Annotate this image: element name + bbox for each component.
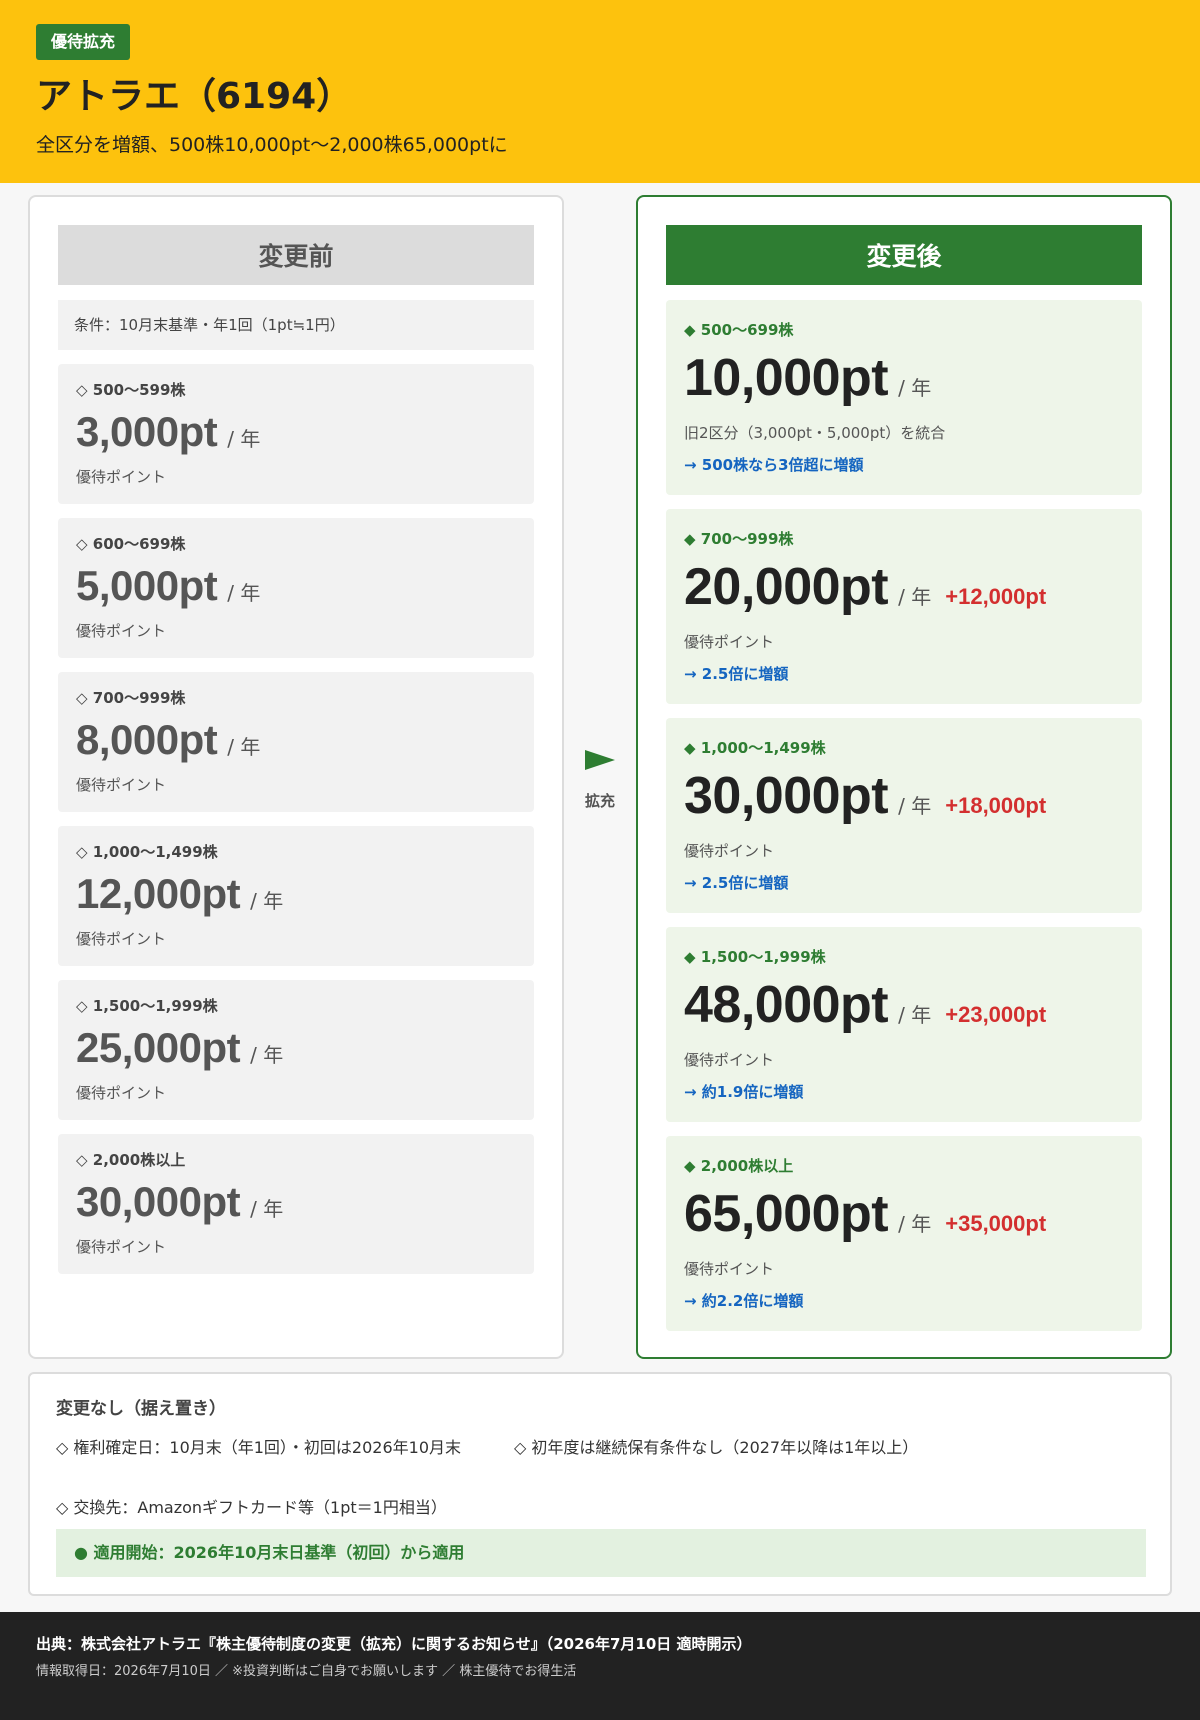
tier-amount: 65,000pt bbox=[684, 1185, 889, 1243]
tier-range: ◆ 1,500〜1,999株 bbox=[684, 948, 826, 966]
tier-note: 優待ポイント bbox=[76, 930, 167, 948]
before-heading: 変更前 bbox=[58, 225, 534, 285]
tier-range: ◇ 600〜699株 bbox=[76, 535, 186, 553]
before-panel: 変更前 条件：10月末基準・年1回（1pt≒1円） ◇ 500〜599株 3,0… bbox=[28, 195, 564, 1359]
per-year-label: / 年 bbox=[227, 581, 261, 605]
before-tier-card: ◇ 600〜699株 5,000pt / 年 優待ポイント bbox=[58, 518, 534, 658]
tier-range: ◆ 700〜999株 bbox=[684, 530, 794, 548]
tier-note: 優待ポイント bbox=[76, 622, 167, 640]
tier-note: 優待ポイント bbox=[76, 1238, 167, 1256]
arrow-right-icon bbox=[585, 750, 615, 770]
after-heading: 変更後 bbox=[666, 225, 1142, 285]
tier-range: ◆ 1,000〜1,499株 bbox=[684, 739, 826, 757]
increase-amount: +12,000pt bbox=[945, 584, 1047, 609]
per-year-label: / 年 bbox=[227, 427, 261, 451]
unchanged-title: 変更なし（据え置き） bbox=[56, 1399, 226, 1419]
per-year-label: / 年 bbox=[898, 794, 932, 818]
arrow-label: 拡充 bbox=[584, 792, 615, 810]
unchanged-item: ◇ 初年度は継続保有条件なし（2027年以降は1年以上） bbox=[514, 1438, 919, 1457]
tier-amount: 10,000pt bbox=[684, 349, 889, 407]
tier-note: 旧2区分（3,000pt・5,000pt）を統合 bbox=[684, 424, 946, 442]
category-badge: 優待拡充 bbox=[36, 24, 131, 60]
before-tier-card: ◇ 500〜599株 3,000pt / 年 優待ポイント bbox=[58, 364, 534, 504]
tier-amount: 48,000pt bbox=[684, 976, 889, 1034]
increase-ratio: → 2.5倍に増額 bbox=[684, 874, 789, 892]
after-tier-card: ◆ 1,500〜1,999株 48,000pt / 年 +23,000pt 優待ポイ… bbox=[666, 927, 1142, 1122]
per-year-label: / 年 bbox=[250, 1197, 284, 1221]
unchanged-item: ◇ 権利確定日：10月末（年1回）・初回は2026年10月末 bbox=[56, 1438, 462, 1457]
unchanged-item: ◇ 交換先：Amazonギフトカード等（1pt＝1円相当） bbox=[56, 1498, 447, 1517]
tier-range: ◇ 2,000株以上 bbox=[76, 1151, 186, 1169]
tier-range: ◆ 2,000株以上 bbox=[684, 1157, 794, 1175]
tier-note: 優待ポイント bbox=[76, 776, 167, 794]
tier-note: 優待ポイント bbox=[684, 842, 775, 860]
footer-meta: 情報取得日：2026年7月10日 ／ ※投資判断はご自身でお願いします ／ 株主… bbox=[36, 1664, 577, 1679]
tier-amount: 8,000pt bbox=[76, 716, 218, 763]
increase-ratio: → 約1.9倍に増額 bbox=[684, 1083, 804, 1101]
tier-range: ◇ 1,000〜1,499株 bbox=[76, 843, 218, 861]
per-year-label: / 年 bbox=[898, 585, 932, 609]
before-tier-card: ◇ 1,500〜1,999株 25,000pt / 年 優待ポイント bbox=[58, 980, 534, 1120]
page-subtitle: 全区分を増額、500株10,000pt〜2,000株65,000ptに bbox=[36, 134, 508, 156]
tier-note: 優待ポイント bbox=[684, 1051, 775, 1069]
increase-ratio: → 500株なら3倍超に増額 bbox=[684, 456, 864, 474]
tier-note: 優待ポイント bbox=[684, 633, 775, 651]
per-year-label: / 年 bbox=[250, 889, 284, 913]
increase-amount: +18,000pt bbox=[945, 793, 1047, 818]
increase-amount: +23,000pt bbox=[945, 1002, 1047, 1027]
tier-note: 優待ポイント bbox=[76, 468, 167, 486]
apply-start-notice: ● 適用開始：2026年10月末日基準（初回）から適用 bbox=[56, 1529, 1146, 1577]
page-title: アトラエ（6194） bbox=[36, 76, 353, 117]
tier-amount: 20,000pt bbox=[684, 558, 889, 616]
before-condition: 条件：10月末基準・年1回（1pt≒1円） bbox=[58, 300, 534, 350]
per-year-label: / 年 bbox=[898, 1003, 932, 1027]
tier-note: 優待ポイント bbox=[684, 1260, 775, 1278]
tier-amount: 3,000pt bbox=[76, 408, 218, 455]
tier-range: ◇ 1,500〜1,999株 bbox=[76, 997, 218, 1015]
after-tier-card: ◆ 500〜699株 10,000pt / 年 旧2区分（3,000pt・5,00… bbox=[666, 300, 1142, 495]
tier-amount: 5,000pt bbox=[76, 562, 218, 609]
per-year-label: / 年 bbox=[898, 1212, 932, 1236]
tier-amount: 30,000pt bbox=[684, 767, 889, 825]
per-year-label: / 年 bbox=[898, 376, 932, 400]
per-year-label: / 年 bbox=[227, 735, 261, 759]
increase-amount: +35,000pt bbox=[945, 1211, 1047, 1236]
tier-amount: 25,000pt bbox=[76, 1024, 241, 1071]
before-tier-card: ◇ 2,000株以上 30,000pt / 年 優待ポイント bbox=[58, 1134, 534, 1274]
tier-range: ◆ 500〜699株 bbox=[684, 321, 794, 339]
before-tier-card: ◇ 1,000〜1,499株 12,000pt / 年 優待ポイント bbox=[58, 826, 534, 966]
increase-ratio: → 2.5倍に増額 bbox=[684, 665, 789, 683]
tier-amount: 30,000pt bbox=[76, 1178, 241, 1225]
tier-note: 優待ポイント bbox=[76, 1084, 167, 1102]
after-tier-card: ◆ 1,000〜1,499株 30,000pt / 年 +18,000pt 優待ポイ… bbox=[666, 718, 1142, 913]
footer: 出典：株式会社アトラエ『株主優待制度の変更（拡充）に関するお知らせ』（2026年… bbox=[0, 1612, 1200, 1720]
after-tier-card: ◆ 700〜999株 20,000pt / 年 +12,000pt 優待ポイント →… bbox=[666, 509, 1142, 704]
after-tier-card: ◆ 2,000株以上 65,000pt / 年 +35,000pt 優待ポイント →… bbox=[666, 1136, 1142, 1331]
per-year-label: / 年 bbox=[250, 1043, 284, 1067]
tier-range: ◇ 700〜999株 bbox=[76, 689, 186, 707]
header-banner: 優待拡充 アトラエ（6194） 全区分を増額、500株10,000pt〜2,00… bbox=[0, 0, 1200, 183]
before-tier-card: ◇ 700〜999株 8,000pt / 年 優待ポイント bbox=[58, 672, 534, 812]
increase-ratio: → 約2.2倍に増額 bbox=[684, 1292, 804, 1310]
unchanged-section: 変更なし（据え置き） ◇ 権利確定日：10月末（年1回）・初回は2026年10月… bbox=[28, 1372, 1172, 1596]
tier-amount: 12,000pt bbox=[76, 870, 241, 917]
source-citation: 出典：株式会社アトラエ『株主優待制度の変更（拡充）に関するお知らせ』（2026年… bbox=[36, 1635, 752, 1653]
tier-range: ◇ 500〜599株 bbox=[76, 381, 186, 399]
after-panel: 変更後 ◆ 500〜699株 10,000pt / 年 旧2区分（3,000pt・… bbox=[636, 195, 1172, 1359]
